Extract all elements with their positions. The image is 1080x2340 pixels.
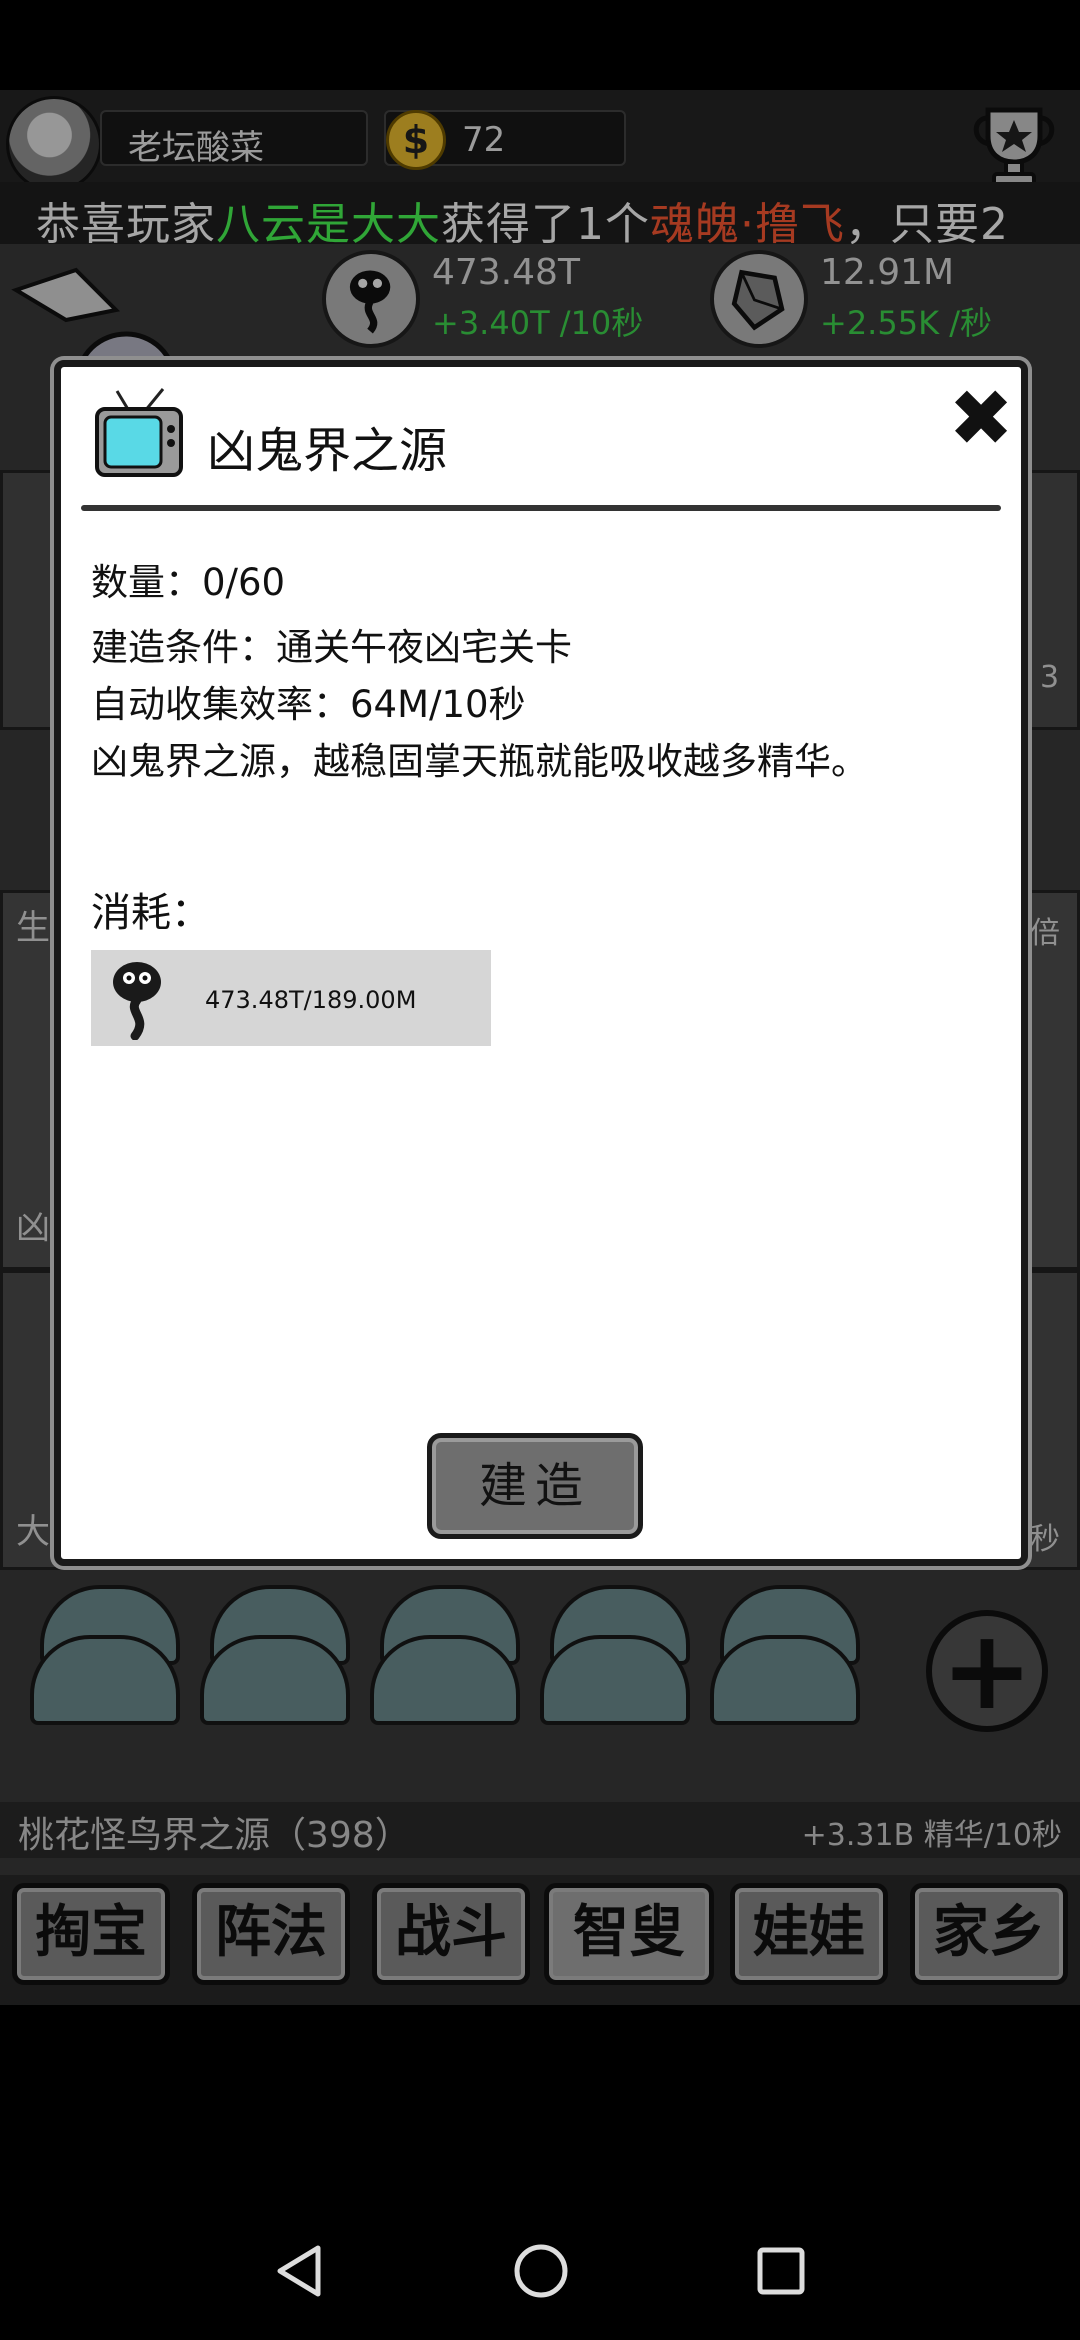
recents-icon[interactable] — [736, 2226, 826, 2316]
cost-value: 473.48T/189.00M — [205, 986, 417, 1014]
home-icon[interactable] — [496, 2226, 586, 2316]
close-icon[interactable]: ✖ — [941, 379, 1021, 459]
quantity-text: 数量：0/60 — [91, 561, 286, 604]
tv-icon — [95, 388, 183, 477]
building-detail-dialog: 凶鬼界之源 ✖ 数量：0/60 建造条件：通关午夜凶宅关卡 自动收集效率：64M… — [54, 360, 1028, 1566]
condition-text: 建造条件：通关午夜凶宅关卡 — [91, 626, 572, 669]
dialog-divider — [81, 505, 1001, 511]
efficiency-text: 自动收集效率：64M/10秒 — [91, 683, 526, 726]
cost-label: 消耗： — [91, 890, 211, 936]
dialog-title: 凶鬼界之源 — [207, 423, 448, 479]
build-button[interactable]: 建造 — [427, 1433, 643, 1539]
description-text: 凶鬼界之源，越稳固掌天瓶就能吸收越多精华。 — [91, 740, 868, 783]
back-icon[interactable] — [256, 2226, 346, 2316]
system-nav-bar — [0, 2200, 1080, 2340]
spirit-cost-icon — [113, 962, 161, 1040]
cost-item: 473.48T/189.00M — [91, 950, 491, 1046]
